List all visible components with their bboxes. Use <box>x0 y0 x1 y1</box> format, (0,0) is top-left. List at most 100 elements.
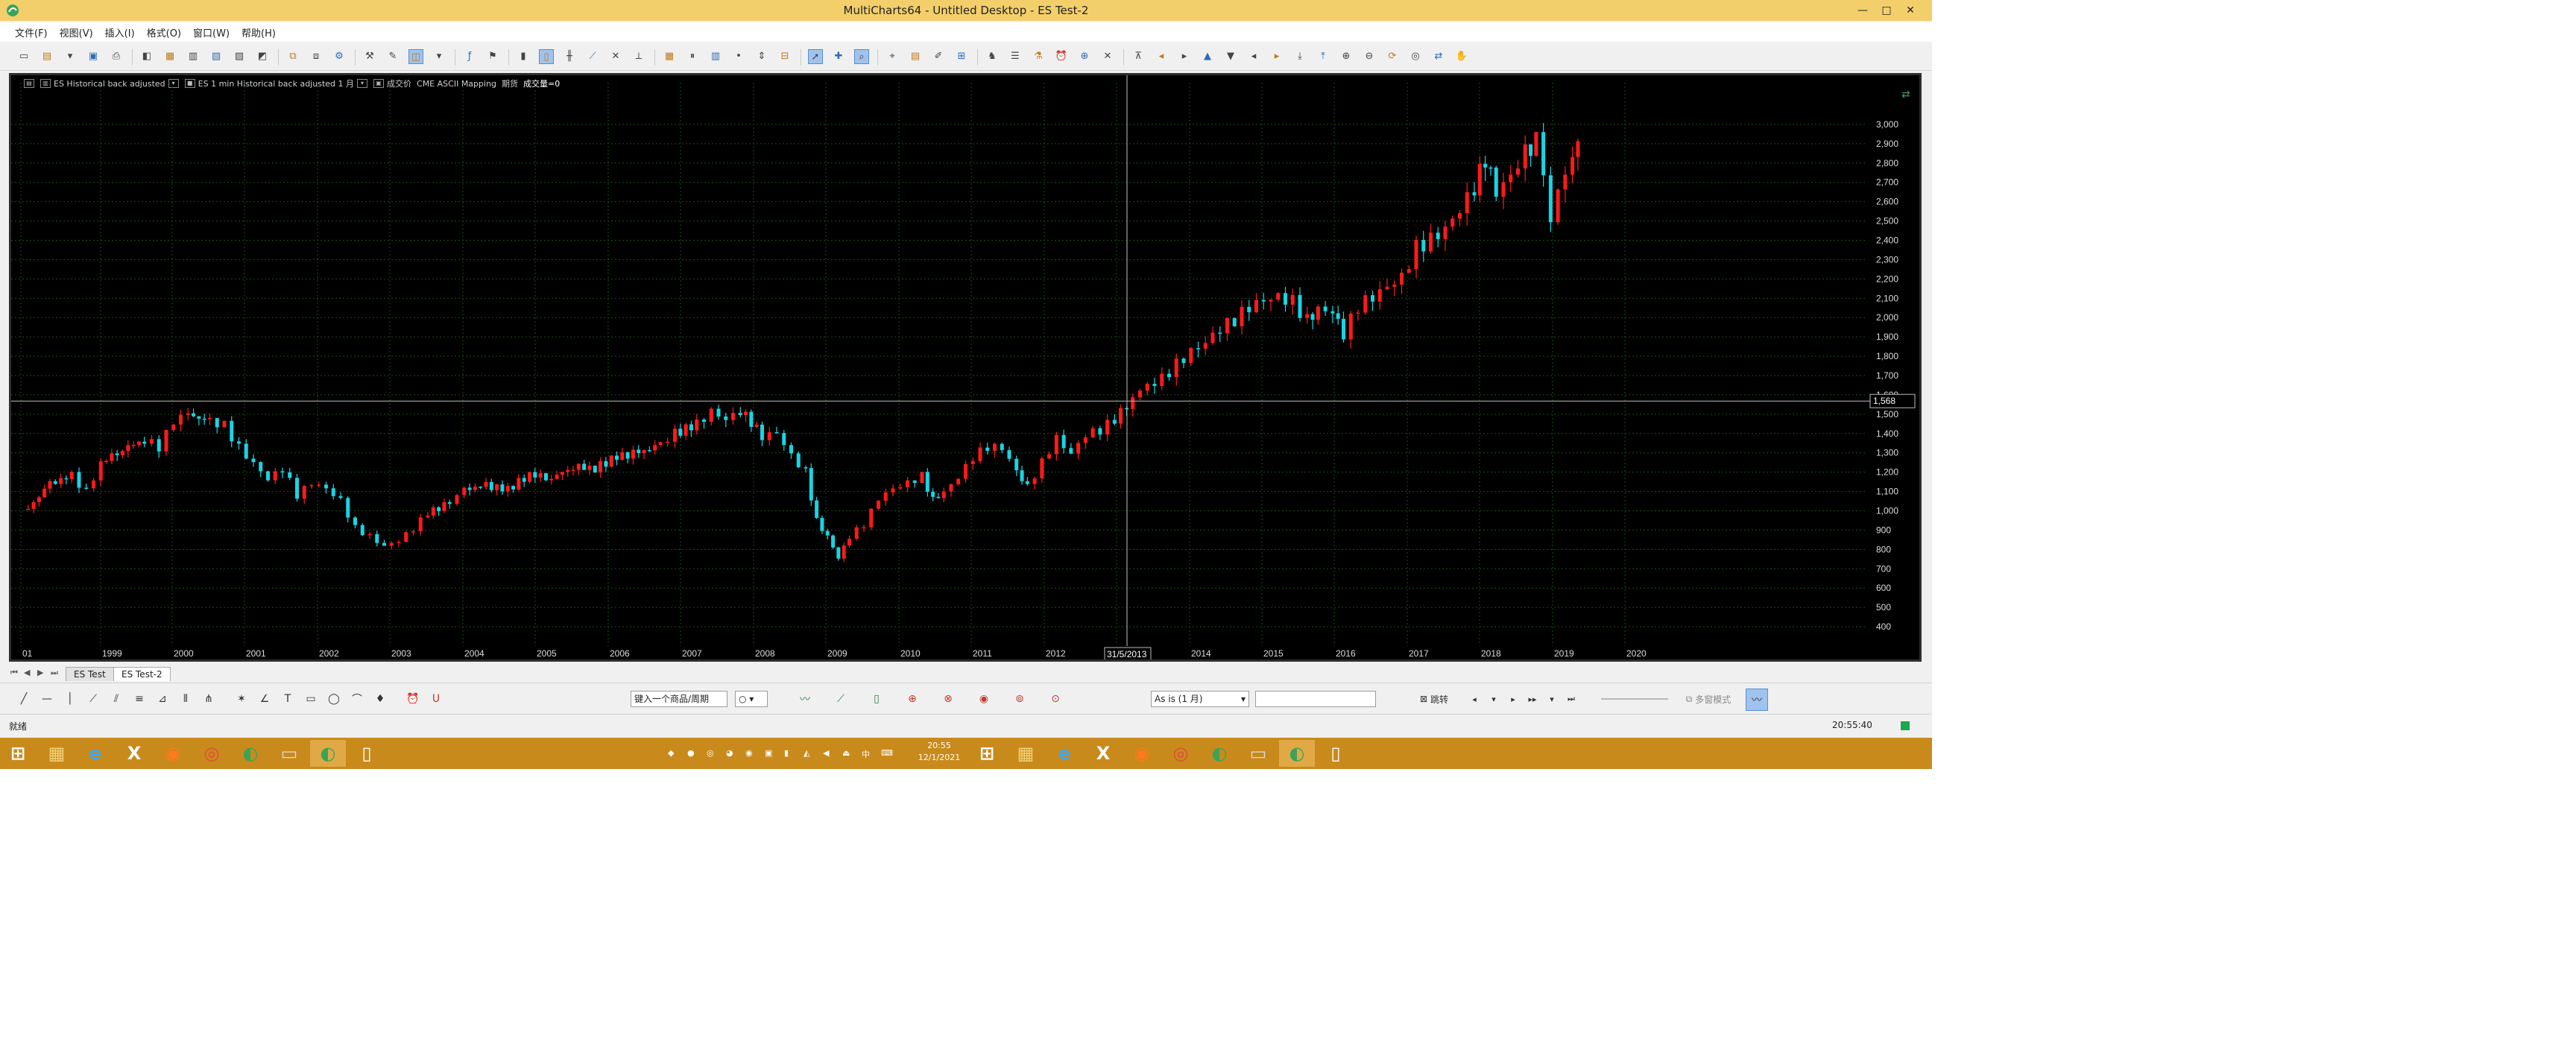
strategy-icon[interactable]: ♞ <box>985 49 1000 64</box>
candle-body[interactable] <box>1465 192 1469 214</box>
candle-body[interactable] <box>749 411 754 427</box>
candle-body[interactable] <box>1563 174 1568 190</box>
candle-body[interactable] <box>1145 384 1149 391</box>
candle-body[interactable] <box>920 472 924 484</box>
candle-body[interactable] <box>121 451 124 455</box>
tray-volume-icon[interactable]: ◀ <box>823 748 832 758</box>
trade-icon[interactable]: ⊚ <box>1012 692 1027 706</box>
candle-body[interactable] <box>1356 312 1360 314</box>
data-window-icon[interactable]: ▤ <box>908 49 923 64</box>
jump-button[interactable]: ⊠ 跳转 <box>1412 692 1456 706</box>
tray-usb-icon[interactable]: ⏏ <box>842 748 851 758</box>
candle-body[interactable] <box>1276 293 1281 300</box>
candle-body[interactable] <box>931 491 935 497</box>
right-icon[interactable]: ▸ <box>1269 49 1284 64</box>
menu-format[interactable]: 格式(O) <box>147 25 181 39</box>
candle-body[interactable] <box>549 478 554 481</box>
candle-body[interactable] <box>1458 213 1462 219</box>
candle-body[interactable] <box>324 484 328 489</box>
candle-body[interactable] <box>179 414 183 425</box>
candle-body[interactable] <box>522 478 526 482</box>
print-icon[interactable]: ⎙ <box>109 49 124 64</box>
candle-body[interactable] <box>302 486 306 499</box>
candle-body[interactable] <box>1232 317 1237 326</box>
candle-body[interactable] <box>1112 420 1117 424</box>
candle-body[interactable] <box>1414 239 1418 270</box>
candle-body[interactable] <box>993 443 997 452</box>
candle-body[interactable] <box>1483 163 1488 168</box>
candle-body[interactable] <box>115 453 119 455</box>
candle-body[interactable] <box>288 472 292 478</box>
candle-body[interactable] <box>1477 163 1482 196</box>
candle-body[interactable] <box>1407 269 1411 273</box>
candle-body[interactable] <box>230 420 234 442</box>
format-study-icon[interactable]: ⚒ <box>362 49 377 64</box>
candle-body[interactable] <box>110 453 114 461</box>
internet-explorer-icon[interactable]: e <box>78 740 113 767</box>
candle-body[interactable] <box>684 424 688 436</box>
candle-body[interactable] <box>431 507 435 516</box>
candle-body[interactable] <box>831 535 836 548</box>
candle-body[interactable] <box>609 455 613 467</box>
taskbar2-file-explorer-icon[interactable]: ▦ <box>1008 740 1044 767</box>
fib-time-icon[interactable]: ⦀ <box>178 692 193 706</box>
menu-insert[interactable]: 插入(I) <box>105 25 135 39</box>
candle-body[interactable] <box>157 439 161 452</box>
candle-body[interactable] <box>754 424 759 427</box>
candle-body[interactable] <box>891 488 895 493</box>
candle-body[interactable] <box>789 445 793 454</box>
candle-body[interactable] <box>500 484 505 492</box>
rectangle-icon[interactable]: ▭ <box>303 692 318 706</box>
candle-body[interactable] <box>484 481 488 487</box>
alert-remove-icon[interactable]: ⊗ <box>941 692 956 706</box>
tab-es-test[interactable]: ES Test <box>66 667 114 681</box>
candle-body[interactable] <box>77 472 81 488</box>
chart-type-icon[interactable]: ◫ <box>408 49 423 64</box>
candle-body[interactable] <box>1119 408 1123 424</box>
auto-scroll-icon[interactable]: ⤓ <box>1292 49 1307 64</box>
nav-last-icon[interactable]: ⏭ <box>1564 692 1579 706</box>
candle-body[interactable] <box>48 481 52 489</box>
open-dropdown-icon[interactable]: ▾ <box>63 49 78 64</box>
candle-body[interactable] <box>782 432 786 446</box>
candle-body[interactable] <box>1098 428 1102 435</box>
candlestick-icon[interactable]: ▯ <box>539 49 554 64</box>
trendline-icon[interactable]: ╱ <box>16 692 31 706</box>
hand-icon[interactable]: ✋ <box>1454 49 1469 64</box>
candle-body[interactable] <box>1429 232 1433 252</box>
candle-body[interactable] <box>738 413 742 416</box>
expand-icon[interactable]: ✕ <box>1100 49 1115 64</box>
volume-icon[interactable]: ▥ <box>708 49 723 64</box>
candle-body[interactable] <box>760 424 764 440</box>
close-button[interactable]: ✕ <box>1893 0 1928 21</box>
left-icon[interactable]: ◂ <box>1246 49 1261 64</box>
candle-body[interactable] <box>1501 182 1506 197</box>
zoom-area-icon[interactable]: ⌖ <box>885 49 900 64</box>
candle-body[interactable] <box>1392 284 1397 287</box>
tray-battery-icon[interactable]: ▮ <box>784 748 793 758</box>
taskbar2-excel-icon[interactable]: X <box>1085 740 1121 767</box>
tab-first-icon[interactable]: ⏮ <box>10 668 18 678</box>
new-workspace-icon[interactable]: ▭ <box>16 49 31 64</box>
indicator-bar-icon[interactable]: ▯ <box>869 692 884 706</box>
candle-body[interactable] <box>517 478 521 490</box>
candle-body[interactable] <box>367 534 372 536</box>
line-chart-icon[interactable]: ⟋ <box>585 49 600 64</box>
candle-body[interactable] <box>555 475 559 479</box>
candle-body[interactable] <box>1305 314 1310 318</box>
candle-body[interactable] <box>1363 295 1368 313</box>
candle-body[interactable] <box>815 500 819 519</box>
chrome-icon[interactable]: ◎ <box>194 740 230 767</box>
text-icon[interactable]: T <box>280 692 295 706</box>
candle-body[interactable] <box>1330 311 1335 314</box>
zoom-slider[interactable] <box>1601 698 1668 700</box>
candle-body[interactable] <box>259 462 263 472</box>
scale-icon[interactable]: ⇕ <box>754 49 769 64</box>
arc-icon[interactable]: ⌒ <box>350 692 364 706</box>
tab-es-test-2[interactable]: ES Test-2 <box>113 667 171 681</box>
candle-body[interactable] <box>1400 272 1404 285</box>
candle-body[interactable] <box>1284 293 1287 305</box>
candle-body[interactable] <box>642 450 646 453</box>
collapse-icon[interactable]: ⊼ <box>1131 49 1146 64</box>
candle-body[interactable] <box>1047 454 1052 459</box>
